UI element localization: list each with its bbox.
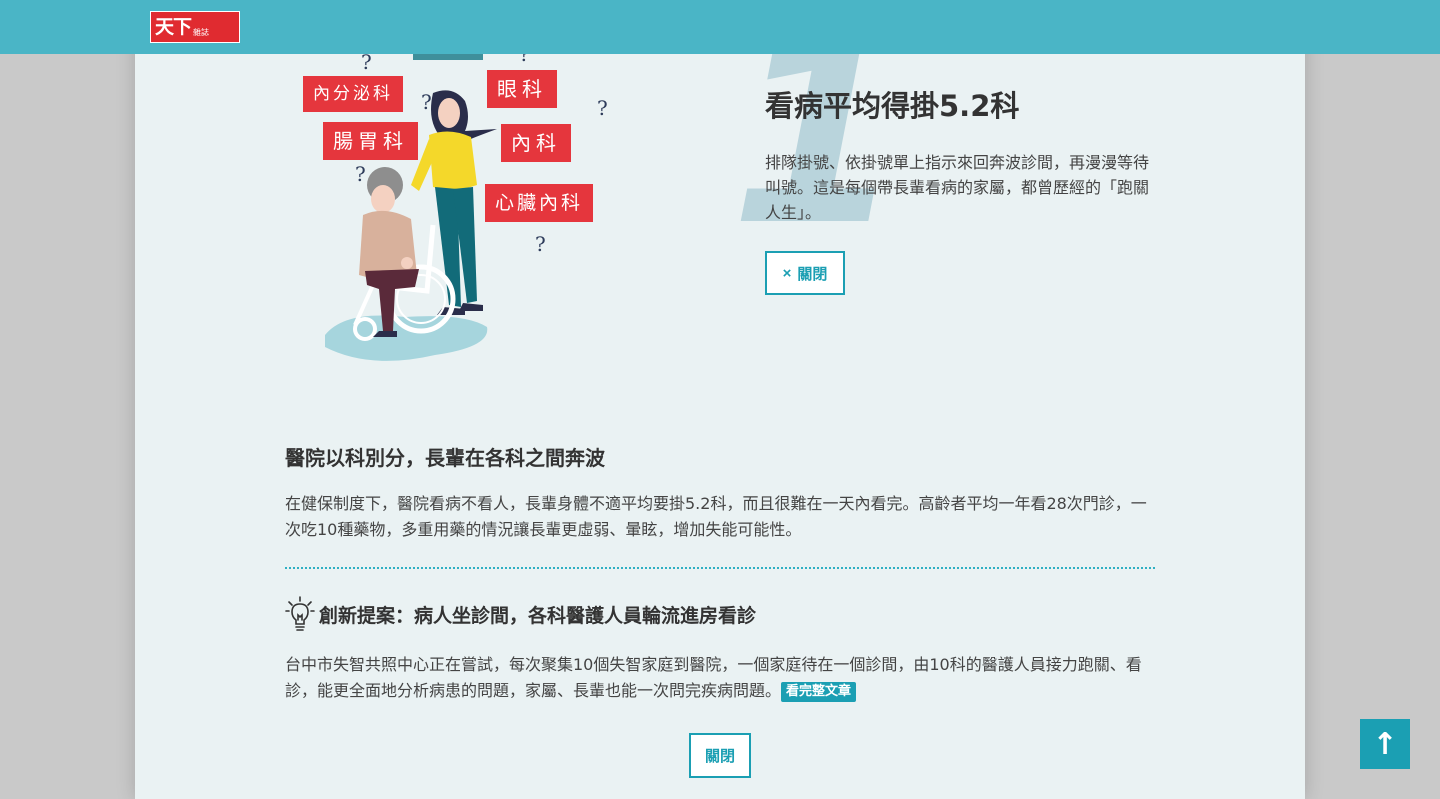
section-body: 在健保制度下，醫院看病不看人，長輩身體不適平均要掛5.2科，而且很難在一天內看完…: [285, 494, 1147, 539]
caregiver-wheelchair-figure-icon: [325, 90, 497, 361]
article-modal: 骨科 內分泌科 眼科 腸胃科 內科 心臟內科 ? ? ? ? ? ?: [135, 0, 1305, 799]
question-mark-icon: ?: [535, 232, 546, 256]
lightbulb-icon: [285, 596, 315, 631]
illustration-hospital-departments: 骨科 內分泌科 眼科 腸胃科 內科 心臟內科 ? ? ? ? ? ?: [285, 0, 625, 380]
idea-heading: 創新提案：病人坐診間，各科醫護人員輪流進房看診: [285, 594, 1155, 634]
close-bottom-button[interactable]: 關閉: [689, 733, 751, 778]
site-logo[interactable]: 天下 雜誌: [150, 11, 240, 43]
question-mark-icon: ?: [597, 96, 608, 120]
close-icon: ×: [782, 264, 792, 282]
read-full-article-link[interactable]: 看完整文章: [781, 682, 857, 702]
close-button-label: 關閉: [797, 265, 828, 283]
dotted-divider: [285, 567, 1155, 569]
top-navigation-bar: 天下 雜誌: [0, 0, 1440, 54]
arrow-up-icon: ↑: [1372, 726, 1398, 762]
idea-body: 台中市失智共照中心正在嘗試，每次聚集10個失智家庭到醫院，一個家庭待在一個診間，…: [285, 652, 1157, 704]
idea-title: 創新提案：病人坐診間，各科醫護人員輪流進房看診: [319, 604, 757, 627]
card-title: 看病平均得掛5.2科: [765, 89, 1020, 123]
idea-body-text: 台中市失智共照中心正在嘗試，每次聚集10個失智家庭到醫院，一個家庭待在一個診間，…: [285, 655, 1142, 700]
scroll-to-top-button[interactable]: ↑: [1360, 719, 1410, 769]
logo-sub-text: 雜誌: [193, 28, 210, 37]
card-description: 排隊掛號、依掛號單上指示來回奔波診間，再漫漫等待叫號。這是每個帶長輩看病的家屬，…: [765, 153, 1150, 222]
close-button[interactable]: × 關閉: [765, 251, 845, 295]
logo-main-text: 天下: [155, 16, 192, 38]
section-title: 醫院以科別分，長輩在各科之間奔波: [285, 446, 605, 470]
